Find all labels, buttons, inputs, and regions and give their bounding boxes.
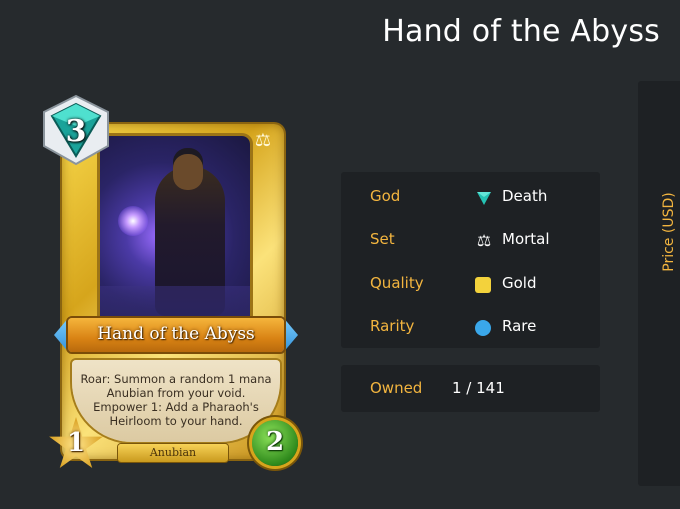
attack-value: 1: [66, 428, 86, 458]
health-value: 2: [265, 427, 285, 457]
set-value: Mortal: [502, 230, 550, 248]
death-triangle-icon: [477, 192, 491, 205]
price-label: Price (USD): [661, 192, 677, 272]
rarity-label: Rarity: [370, 317, 415, 335]
banner-right-tip: [282, 316, 298, 354]
owned-panel: Owned 1 / 141: [341, 365, 600, 412]
page-title: Hand of the Abyss: [382, 14, 660, 49]
mana-cost: 3: [65, 114, 87, 149]
god-label: God: [370, 187, 401, 205]
gold-square-icon: [475, 277, 491, 293]
detail-row-quality: Quality Gold: [341, 268, 600, 298]
price-panel[interactable]: [638, 81, 680, 486]
rarity-value: Rare: [502, 317, 537, 335]
tribe-label: Anubian: [149, 446, 197, 459]
scales-icon: ⚖: [476, 231, 492, 250]
quality-label: Quality: [370, 274, 424, 292]
detail-row-god: God Death: [341, 181, 600, 211]
art-magic-orb: [118, 206, 148, 236]
owned-value: 1 / 141: [452, 379, 505, 397]
card-set-scales-icon: ⚖: [254, 130, 272, 151]
page: Hand of the Abyss 3 ⚖ Hand of the Abyss …: [0, 0, 680, 509]
set-label: Set: [370, 230, 395, 248]
card-name: Hand of the Abyss: [97, 324, 255, 344]
art-head: [173, 154, 203, 190]
card-image[interactable]: 3 ⚖ Hand of the Abyss Roar: Summon a ran…: [38, 92, 302, 477]
rare-dot-icon: [475, 320, 491, 336]
detail-row-set: Set ⚖ Mortal: [341, 224, 600, 254]
card-details-panel: God Death Set ⚖ Mortal Quality Gold Rari…: [341, 172, 600, 348]
card-ability-text: Roar: Summon a random 1 mana Anubian fro…: [80, 372, 272, 428]
god-value: Death: [502, 187, 548, 205]
detail-row-rarity: Rarity Rare: [341, 311, 600, 341]
card-artwork: [100, 136, 250, 336]
owned-label: Owned: [370, 379, 423, 397]
quality-value: Gold: [502, 274, 537, 292]
